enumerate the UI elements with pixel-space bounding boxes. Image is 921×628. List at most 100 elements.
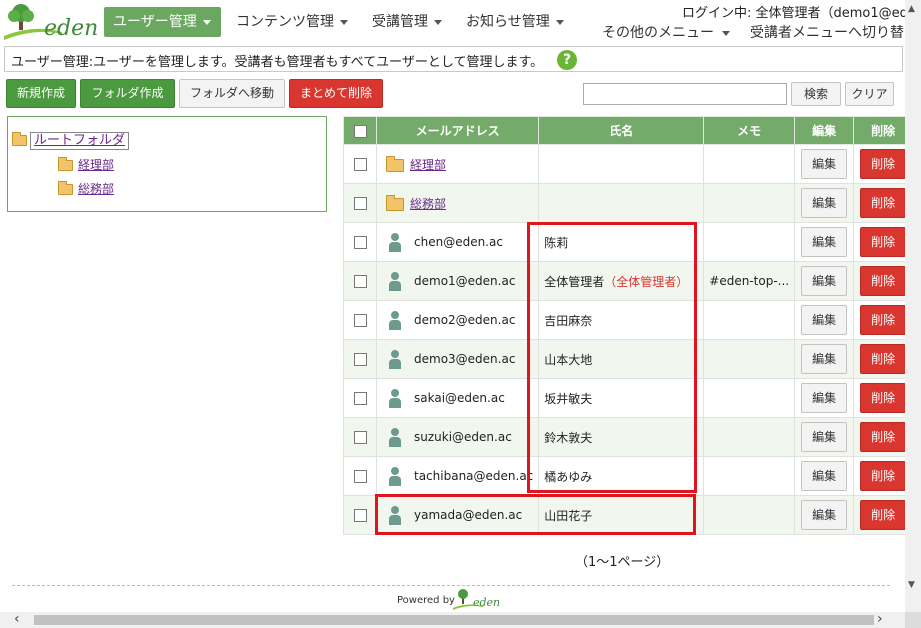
nav-other-menu[interactable]: その他のメニュー — [602, 22, 730, 42]
email-text: sakai@eden.ac — [414, 390, 505, 405]
bulk-delete-button[interactable]: まとめて削除 — [289, 79, 383, 108]
delete-button[interactable]: 削除 — [860, 305, 907, 335]
move-to-folder-button[interactable]: フォルダへ移動 — [179, 79, 285, 108]
header-name[interactable]: 氏名 — [538, 116, 705, 145]
delete-button[interactable]: 削除 — [860, 500, 907, 530]
edit-button[interactable]: 編集 — [801, 188, 848, 218]
table-row: tachibana@eden.ac 橘あゆみ 編集 削除 — [343, 456, 914, 496]
memo-cell — [703, 222, 796, 262]
user-name: 鈴木敦夫 — [544, 430, 593, 445]
table-row: demo3@eden.ac 山本大地 編集 削除 — [343, 339, 914, 379]
name-cell: 坂井敏夫 — [538, 378, 705, 418]
clear-button[interactable]: クリア — [845, 82, 894, 106]
edit-button[interactable]: 編集 — [801, 305, 848, 335]
user-name: 吉田麻奈 — [544, 313, 593, 328]
page-description: ユーザー管理:ユーザーを管理します。受講者も管理者もすべてユーザーとして管理しま… — [4, 46, 903, 72]
horizontal-scroll-thumb[interactable] — [34, 615, 874, 625]
page-description-text: ユーザー管理:ユーザーを管理します。受講者も管理者もすべてユーザーとして管理しま… — [11, 55, 544, 70]
scroll-right-icon[interactable]: › — [877, 611, 883, 627]
memo-cell — [703, 495, 796, 535]
nav-news-management[interactable]: お知らせ管理 — [466, 7, 564, 37]
nav-contents-management-label: コンテンツ管理 — [236, 14, 334, 30]
name-cell: 橘あゆみ — [538, 456, 705, 496]
delete-button[interactable]: 削除 — [860, 383, 907, 413]
help-icon[interactable]: ? — [557, 50, 577, 70]
edit-button[interactable]: 編集 — [801, 266, 848, 296]
edit-button[interactable]: 編集 — [801, 227, 848, 257]
delete-button[interactable]: 削除 — [860, 188, 907, 218]
login-info: ログイン中: 全体管理者（demo1@eden — [682, 6, 921, 21]
row-checkbox[interactable] — [353, 392, 367, 405]
folder-tree: ルートフォルダ 経理部 総務部 — [7, 116, 327, 212]
user-name: 橘あゆみ — [544, 469, 593, 484]
folder-link[interactable]: 総務部 — [410, 197, 446, 211]
delete-button[interactable]: 削除 — [860, 149, 907, 179]
user-name: 全体管理者 — [544, 274, 605, 289]
nav-course-management[interactable]: 受講管理 — [372, 7, 442, 37]
memo-cell — [703, 378, 796, 418]
row-checkbox[interactable] — [353, 353, 367, 366]
tree-folder-item[interactable]: 総務部 — [58, 180, 114, 197]
delete-button[interactable]: 削除 — [860, 227, 907, 257]
nav-other-menu-label: その他のメニュー — [602, 25, 714, 41]
row-checkbox[interactable] — [353, 197, 367, 210]
search-button[interactable]: 検索 — [791, 82, 841, 106]
row-checkbox[interactable] — [353, 236, 367, 249]
edit-button[interactable]: 編集 — [801, 344, 848, 374]
edit-button[interactable]: 編集 — [801, 500, 848, 530]
create-folder-button[interactable]: フォルダ作成 — [80, 79, 175, 108]
folder-icon — [58, 181, 73, 195]
header-memo: メモ — [703, 116, 796, 145]
nav-contents-management[interactable]: コンテンツ管理 — [236, 7, 348, 37]
tree-root-folder[interactable]: ルートフォルダ — [12, 132, 130, 150]
user-table: メールアドレス 氏名 メモ 編集 削除 経理部 編集 削除 総務部 編集 削除 … — [343, 116, 914, 535]
folder-link[interactable]: 経理部 — [410, 158, 446, 172]
vertical-scrollbar[interactable]: ▲ ▼ — [905, 0, 921, 612]
tree-folder-item[interactable]: 経理部 — [58, 156, 114, 173]
scroll-corner — [905, 612, 921, 628]
scroll-down-icon[interactable]: ▼ — [908, 580, 915, 590]
memo-cell — [703, 339, 796, 379]
row-checkbox[interactable] — [353, 431, 367, 444]
row-checkbox[interactable] — [353, 470, 367, 483]
header-email[interactable]: メールアドレス — [375, 116, 540, 145]
table-row: chen@eden.ac 陈莉 編集 削除 — [343, 222, 914, 262]
eden-logo[interactable]: eden — [4, 2, 99, 42]
select-all-checkbox[interactable] — [353, 124, 367, 138]
name-cell: 鈴木敦夫 — [538, 417, 705, 457]
horizontal-scrollbar[interactable]: ‹ › — [0, 611, 905, 628]
delete-button[interactable]: 削除 — [860, 461, 907, 491]
select-all-header[interactable] — [343, 116, 377, 145]
scroll-up-icon[interactable]: ▲ — [908, 4, 915, 14]
user-icon — [388, 349, 402, 369]
edit-button[interactable]: 編集 — [801, 383, 848, 413]
folder-icon — [386, 194, 404, 211]
footer-divider — [12, 585, 890, 586]
name-cell: 全体管理者（全体管理者） — [538, 261, 705, 301]
caret-down-icon — [340, 19, 348, 25]
row-checkbox[interactable] — [353, 509, 367, 522]
tree-folder-link[interactable]: 経理部 — [78, 158, 114, 172]
edit-button[interactable]: 編集 — [801, 149, 848, 179]
nav-learner-menu[interactable]: 受講者メニューへ切り替 — [750, 22, 904, 42]
row-checkbox[interactable] — [353, 158, 367, 171]
delete-button[interactable]: 削除 — [860, 266, 907, 296]
search-input[interactable] — [583, 83, 787, 105]
row-checkbox[interactable] — [353, 314, 367, 327]
memo-cell — [703, 300, 796, 340]
scroll-left-icon[interactable]: ‹ — [14, 611, 20, 627]
edit-button[interactable]: 編集 — [801, 461, 848, 491]
tree-folder-link[interactable]: 総務部 — [78, 182, 114, 196]
table-row: 総務部 編集 削除 — [343, 183, 914, 223]
row-checkbox[interactable] — [353, 275, 367, 288]
table-row: 経理部 編集 削除 — [343, 144, 914, 184]
new-user-button[interactable]: 新規作成 — [6, 79, 76, 108]
nav-user-management[interactable]: ユーザー管理 — [104, 7, 221, 37]
user-icon — [388, 232, 402, 252]
header-edit: 編集 — [794, 116, 855, 145]
tree-root-label[interactable]: ルートフォルダ — [30, 132, 130, 150]
logo-text: eden — [44, 16, 99, 41]
edit-button[interactable]: 編集 — [801, 422, 848, 452]
delete-button[interactable]: 削除 — [860, 422, 907, 452]
delete-button[interactable]: 削除 — [860, 344, 907, 374]
